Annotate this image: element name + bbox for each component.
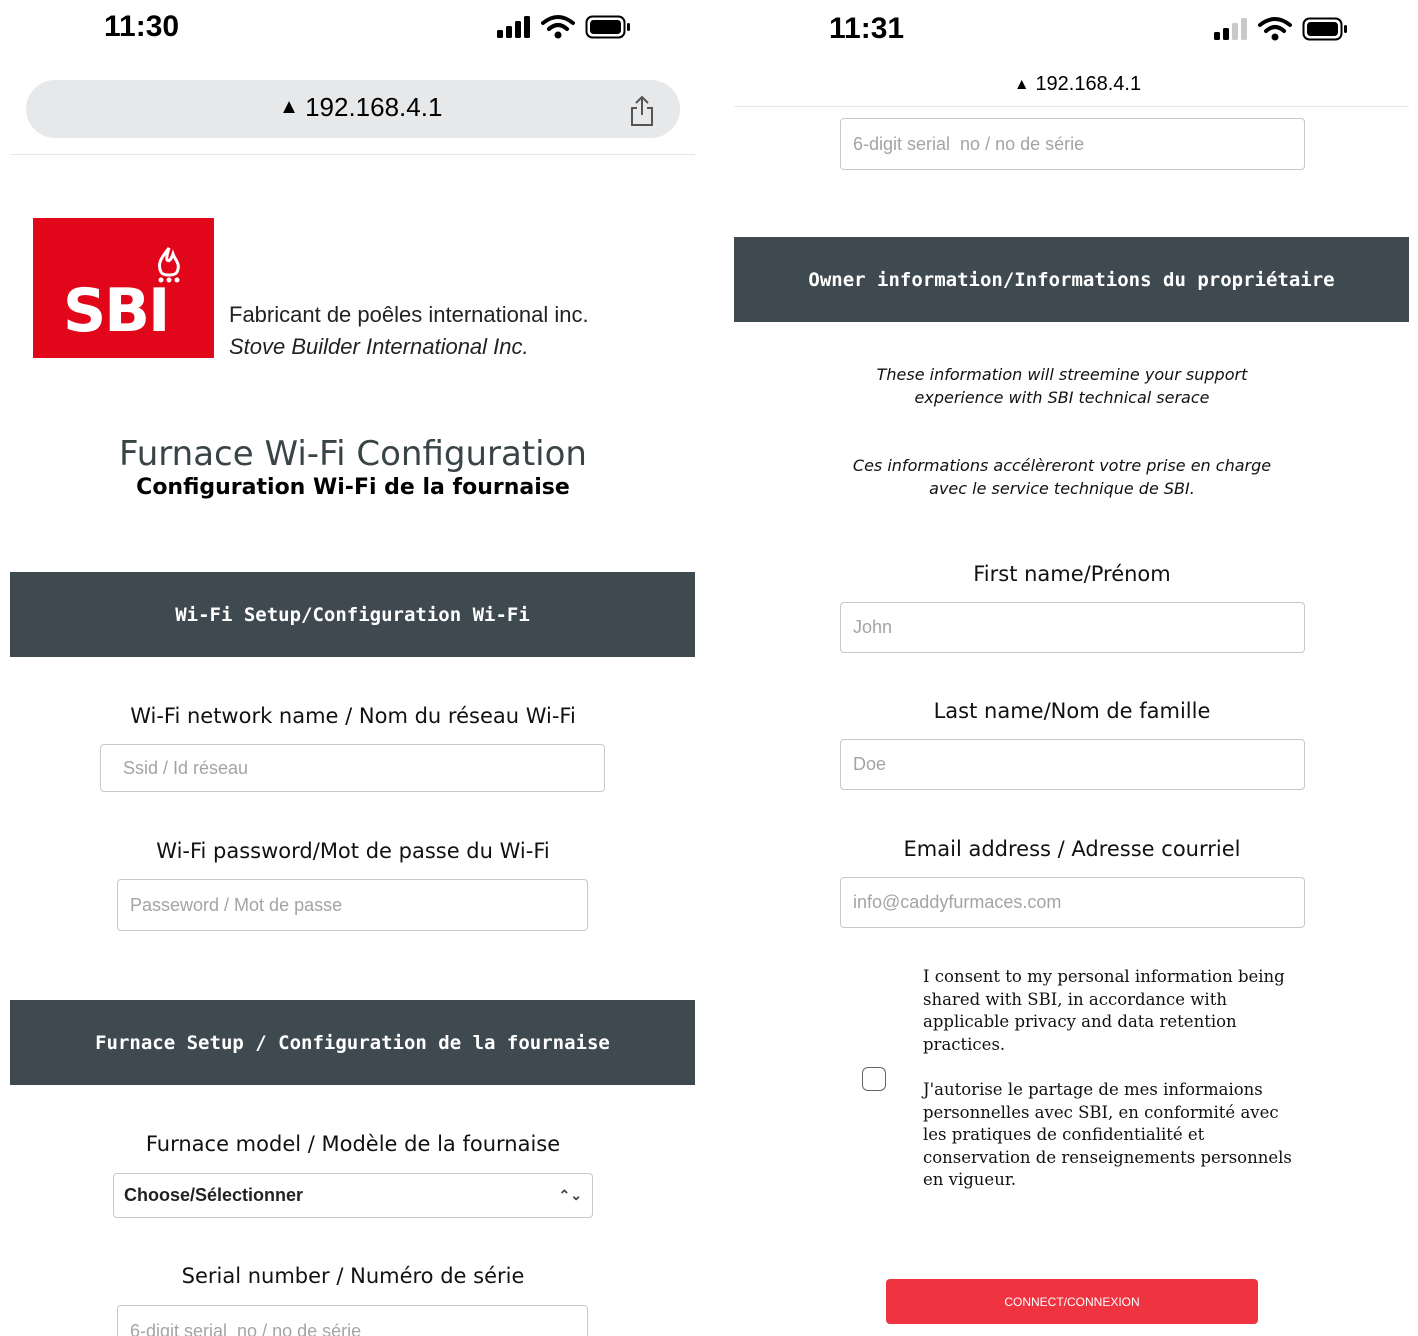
network-name-label: Wi-Fi network name / Nom du réseau Wi-Fi xyxy=(130,704,576,728)
page-subtitle: Configuration Wi-Fi de la fournaise xyxy=(136,475,570,500)
status-time: 11:30 xyxy=(104,10,180,43)
wifi-icon xyxy=(1258,17,1292,41)
right-screen: 11:31 ▲ 192.168.4.1 Owner information/In… xyxy=(709,0,1418,1336)
toolbar-divider xyxy=(10,154,695,155)
battery-icon xyxy=(1302,17,1347,41)
furnace-model-select[interactable]: Choose/Sélectionner ⌃⌄ xyxy=(113,1173,593,1218)
password-input[interactable] xyxy=(117,879,588,931)
address-bar-url[interactable]: ▲ 192.168.4.1 xyxy=(279,92,442,123)
company-name-fr: Fabricant de poêles international inc. xyxy=(229,302,589,327)
first-name-label: First name/Prénom xyxy=(973,562,1171,586)
status-icons xyxy=(497,14,631,40)
serial-number-label: Serial number / Numéro de série xyxy=(181,1264,525,1288)
warning-icon: ▲ xyxy=(279,96,300,118)
warning-icon: ▲ xyxy=(1014,75,1030,93)
url-text: 192.168.4.1 xyxy=(1035,73,1142,95)
support-note-en-line2: experience with SBI technical serace xyxy=(914,388,1210,407)
support-note-fr-line1: Ces informations accélèreront votre pris… xyxy=(852,456,1272,475)
sbi-logo: SBI xyxy=(33,218,214,358)
status-icons xyxy=(1214,16,1348,42)
first-name-input[interactable] xyxy=(840,602,1305,653)
furnace-model-value: Choose/Sélectionner xyxy=(124,1185,304,1205)
left-screen: 11:30 ▲ 192.168.4.1 SBI Fabricant de poê… xyxy=(0,0,709,1336)
support-note-en-line1: These information will streemine your su… xyxy=(876,365,1248,384)
wifi-section-heading: Wi-Fi Setup/Configuration Wi-Fi xyxy=(10,572,695,657)
last-name-label: Last name/Nom de famille xyxy=(933,699,1211,723)
logo-text: SBI xyxy=(63,276,170,346)
serial-number-input[interactable] xyxy=(840,118,1305,170)
email-label: Email address / Adresse courriel xyxy=(903,837,1241,861)
email-input[interactable] xyxy=(840,877,1305,928)
cellular-signal-icon xyxy=(497,16,530,38)
last-name-input[interactable] xyxy=(840,739,1305,790)
cellular-signal-icon xyxy=(1214,18,1247,40)
company-name-en: Stove Builder International Inc. xyxy=(229,334,529,359)
toolbar-divider xyxy=(734,106,1409,107)
support-note-fr-line2: avec le service technique de SBI. xyxy=(929,479,1195,498)
page-title: Furnace Wi-Fi Configuration xyxy=(119,434,587,474)
connect-button[interactable]: CONNECT/CONNEXION xyxy=(886,1279,1258,1324)
consent-text-fr: J'autorise le partage de mes informaions… xyxy=(923,1080,1292,1189)
consent-checkbox[interactable] xyxy=(862,1067,886,1091)
owner-section-heading: Owner information/Informations du propri… xyxy=(734,237,1409,322)
furnace-model-label: Furnace model / Modèle de la fournaise xyxy=(145,1132,561,1156)
status-time: 11:31 xyxy=(829,12,905,45)
address-bar-url[interactable]: ▲ 192.168.4.1 xyxy=(1014,73,1141,96)
serial-number-input[interactable] xyxy=(117,1305,588,1336)
share-icon[interactable] xyxy=(628,95,656,127)
chevron-updown-icon: ⌃⌄ xyxy=(558,1187,582,1203)
battery-icon xyxy=(585,15,630,39)
url-text: 192.168.4.1 xyxy=(305,92,443,122)
furnace-section-heading: Furnace Setup / Configuration de la four… xyxy=(10,1000,695,1085)
consent-text-en: I consent to my personal information bei… xyxy=(923,967,1285,1054)
wifi-icon xyxy=(541,15,575,39)
password-label: Wi-Fi password/Mot de passe du Wi-Fi xyxy=(156,839,550,863)
network-name-input[interactable] xyxy=(100,744,605,792)
